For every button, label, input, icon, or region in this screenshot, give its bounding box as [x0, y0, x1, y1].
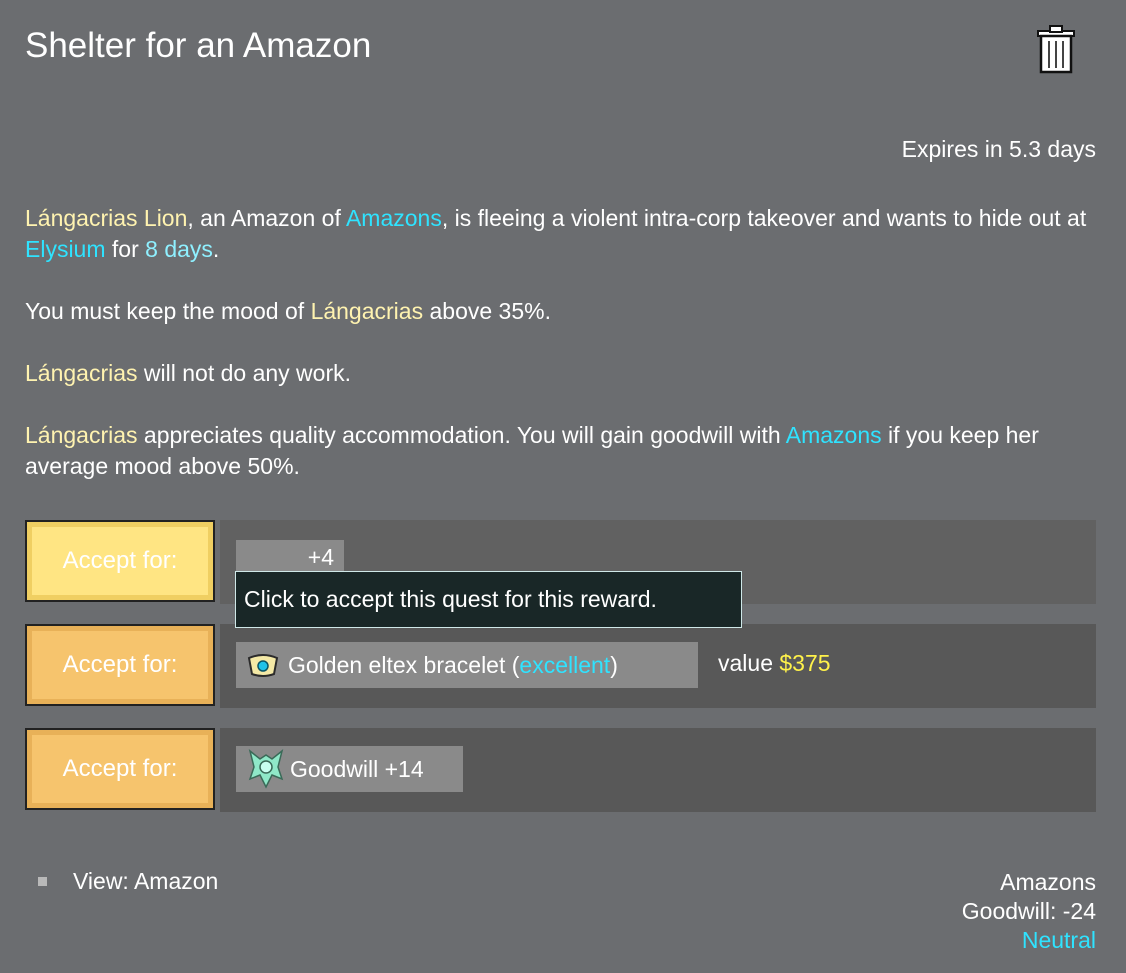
colonist-name: Lángacrias — [310, 298, 424, 324]
reward-row: Golden eltex bracelet (excellent) — [220, 624, 1096, 708]
relation-status: Neutral — [1021, 927, 1096, 953]
description-paragraph: Lángacrias Lion, an Amazon of Amazons, i… — [25, 205, 1087, 262]
expiration-text: Expires in 5.3 days — [901, 136, 1096, 162]
reward-label: +4 — [307, 543, 334, 570]
quest-description: Lángacrias Lion, an Amazon of Amazons, i… — [25, 203, 1095, 513]
faction-link: Amazons — [345, 205, 442, 231]
faction-link: Amazons — [785, 422, 882, 448]
bullet-icon — [38, 877, 47, 886]
goodwill-value: Goodwill: -24 — [961, 898, 1096, 924]
market-value: value $375 — [718, 650, 831, 676]
accept-reward-button[interactable]: Accept for: — [25, 520, 215, 602]
value-amount: $375 — [779, 650, 831, 676]
description-paragraph: Lángacrias will not do any work. — [25, 360, 352, 386]
reward-row: Goodwill +14 — [220, 728, 1096, 812]
colonist-name: Lángacrias — [25, 422, 138, 448]
quest-title: Shelter for an Amazon — [25, 26, 372, 65]
view-link[interactable]: View: Amazon — [38, 868, 218, 895]
accept-reward-button[interactable]: Accept for: — [25, 624, 215, 706]
tooltip: Click to accept this quest for this rewa… — [235, 571, 742, 628]
location-name: Elysium — [25, 236, 106, 262]
duration-value: 8 days — [145, 236, 213, 262]
reward-chip: Goodwill +14 — [236, 746, 463, 792]
quality-label: excellent — [519, 651, 611, 678]
faction-emblem-icon — [246, 747, 286, 791]
description-paragraph: Lángacrias appreciates quality accommoda… — [25, 422, 1039, 479]
colonist-name: Lángacrias Lion — [25, 205, 188, 231]
description-paragraph: You must keep the mood of Lángacrias abo… — [25, 298, 551, 324]
faction-status: Amazons Goodwill: -24 Neutral — [962, 868, 1096, 955]
faction-name: Amazons — [1000, 869, 1096, 895]
reward-chip: Golden eltex bracelet (excellent) — [236, 642, 698, 688]
bracelet-icon — [246, 650, 280, 680]
accept-reward-button[interactable]: Accept for: — [25, 728, 215, 810]
reward-label: Goodwill +14 — [290, 755, 424, 782]
reward-chip: +4 — [236, 540, 344, 574]
colonist-name: Lángacrias — [25, 360, 138, 386]
trash-icon[interactable] — [1036, 24, 1076, 74]
